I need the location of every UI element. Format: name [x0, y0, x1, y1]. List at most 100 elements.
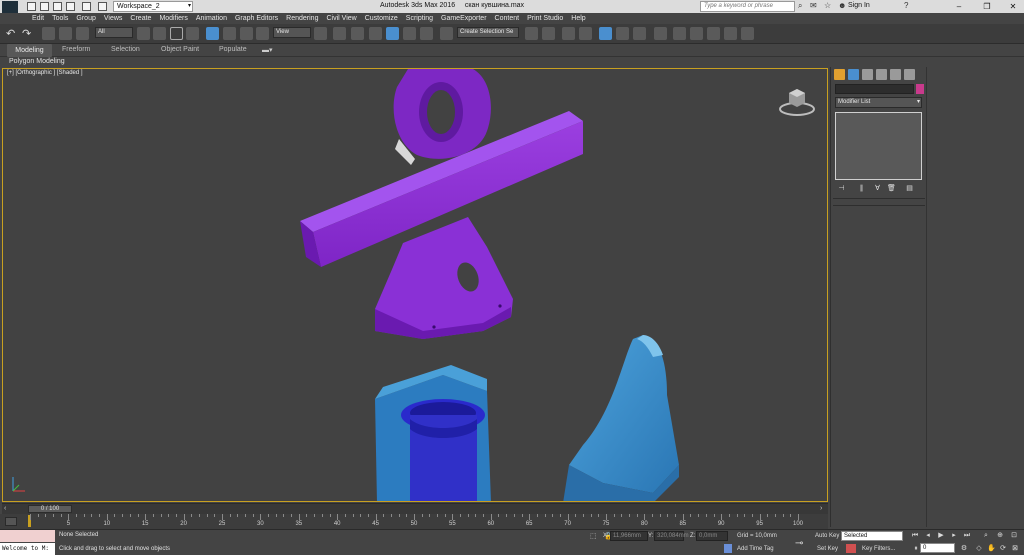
object-name-field[interactable]: [835, 84, 914, 94]
material-editor-icon[interactable]: [654, 27, 667, 40]
remove-modifier-icon[interactable]: 🗑: [887, 184, 896, 193]
scale-icon[interactable]: [240, 27, 253, 40]
auto-key-button[interactable]: Auto Key: [815, 533, 839, 539]
track-bar[interactable]: 5 10 15 20 25 30 35 40 45 50 55 60 65 70 75 80 85 90 95 100: [0, 514, 828, 529]
favorites-icon[interactable]: ☆: [824, 1, 831, 10]
polygon-modeling-panel[interactable]: Polygon Modeling: [9, 57, 65, 66]
restore-button[interactable]: ❐: [978, 0, 996, 13]
pin-stack-icon[interactable]: ⊣: [837, 184, 846, 193]
layer-explorer-icon[interactable]: [562, 27, 575, 40]
menu-modifiers[interactable]: Modifiers: [157, 13, 193, 24]
menu-content[interactable]: Content: [493, 13, 526, 24]
menu-gameexporter[interactable]: GameExporter: [439, 13, 493, 24]
minimize-button[interactable]: –: [950, 0, 968, 13]
sign-in-link[interactable]: Sign In: [848, 2, 870, 9]
key-filters-button[interactable]: Key Filters...: [862, 546, 895, 552]
menu-animation[interactable]: Animation: [194, 13, 233, 24]
save-file-icon[interactable]: [53, 2, 62, 11]
percent-snap-icon[interactable]: [403, 27, 416, 40]
viewport-orthographic[interactable]: [+] [Orthographic ] [Shaded ]: [2, 68, 828, 502]
graphite-toggle-icon[interactable]: [599, 27, 612, 40]
add-time-tag-button[interactable]: Add Time Tag: [737, 546, 774, 552]
undo-icon[interactable]: [66, 2, 75, 11]
tab-populate[interactable]: Populate: [219, 46, 247, 53]
project-folder-icon[interactable]: [98, 2, 107, 11]
modify-tab-icon[interactable]: [848, 69, 859, 80]
rotate-icon[interactable]: [223, 27, 236, 40]
tab-freeform[interactable]: Freeform: [62, 46, 90, 53]
menu-help[interactable]: Help: [569, 13, 591, 24]
ribbon-options-icon[interactable]: ▬▾: [262, 46, 273, 54]
mirror-icon[interactable]: [525, 27, 538, 40]
menu-group[interactable]: Group: [74, 13, 101, 24]
angle-snap-icon[interactable]: [386, 27, 399, 40]
undo-icon[interactable]: ↶: [6, 27, 19, 40]
key-icon[interactable]: ⊸: [795, 538, 803, 549]
menu-customize[interactable]: Customize: [363, 13, 404, 24]
create-tab-icon[interactable]: [834, 69, 845, 80]
spinner-snap-icon[interactable]: [420, 27, 433, 40]
menu-scripting[interactable]: Scripting: [404, 13, 439, 24]
render-iterative-icon[interactable]: [741, 27, 754, 40]
field-of-view-icon[interactable]: ◇: [975, 545, 983, 553]
tab-object-paint[interactable]: Object Paint: [161, 46, 199, 53]
motion-tab-icon[interactable]: [876, 69, 887, 80]
time-slider-knob[interactable]: 0 / 100: [28, 505, 72, 513]
render-cloud-icon[interactable]: [724, 27, 737, 40]
placement-icon[interactable]: [256, 27, 269, 40]
blue-jug-part[interactable]: [375, 365, 491, 502]
menu-views[interactable]: Views: [102, 13, 129, 24]
rendered-frame-icon[interactable]: [690, 27, 703, 40]
current-frame-field[interactable]: 0: [920, 543, 955, 553]
snaps-toggle-icon[interactable]: [369, 27, 382, 40]
selection-filter-dropdown[interactable]: All: [95, 27, 133, 38]
help-icon[interactable]: ?: [904, 1, 908, 10]
pivot-center-icon[interactable]: [314, 27, 327, 40]
previous-key-icon[interactable]: ◂: [924, 532, 932, 540]
x-coordinate-field[interactable]: 11,966mm: [610, 531, 648, 541]
named-selection-dropdown[interactable]: Create Selection Se: [457, 27, 519, 38]
move-icon[interactable]: [206, 27, 219, 40]
blue-spout-part[interactable]: [563, 335, 679, 502]
prev-frame-icon[interactable]: ‹: [4, 505, 6, 512]
set-keys-icon[interactable]: [846, 544, 856, 553]
tab-modeling[interactable]: Modeling: [7, 44, 52, 57]
menu-graph-editors[interactable]: Graph Editors: [233, 13, 284, 24]
hierarchy-tab-icon[interactable]: [862, 69, 873, 80]
window-crossing-icon[interactable]: [186, 27, 199, 40]
go-to-start-icon[interactable]: ⏮: [911, 532, 919, 540]
show-end-result-icon[interactable]: ∥: [857, 184, 866, 193]
menu-edit[interactable]: Edit: [30, 13, 50, 24]
time-slider[interactable]: 0 / 100 ‹ ›: [2, 503, 828, 514]
edit-named-selection-icon[interactable]: [440, 27, 453, 40]
render-production-icon[interactable]: [707, 27, 720, 40]
rectangular-selection-icon[interactable]: [170, 27, 183, 40]
bind-space-warp-icon[interactable]: [76, 27, 89, 40]
set-key-button[interactable]: Set Key: [817, 546, 838, 552]
mini-curve-editor-icon[interactable]: [5, 517, 17, 526]
time-tag-icon[interactable]: [724, 544, 732, 553]
redo-icon[interactable]: [82, 2, 91, 11]
viewcube-icon[interactable]: [777, 85, 817, 119]
select-manipulate-icon[interactable]: [333, 27, 346, 40]
unlink-icon[interactable]: [59, 27, 72, 40]
next-key-icon[interactable]: ▸: [950, 532, 958, 540]
utilities-tab-icon[interactable]: [904, 69, 915, 80]
select-by-name-icon[interactable]: [153, 27, 166, 40]
configure-sets-icon[interactable]: ▤: [905, 184, 914, 193]
reference-coordinate-dropdown[interactable]: View: [273, 27, 311, 38]
isolate-icon[interactable]: ⬚: [590, 532, 597, 540]
open-file-icon[interactable]: [40, 2, 49, 11]
maximize-viewport-icon[interactable]: ⊠: [1011, 545, 1019, 553]
zoom-extents-icon[interactable]: ⊡: [1010, 532, 1018, 540]
search-icon[interactable]: ⌕: [798, 1, 802, 11]
maxscript-output[interactable]: Welcome to M:: [0, 543, 55, 555]
redo-icon[interactable]: ↷: [22, 27, 35, 40]
menu-print-studio[interactable]: Print Studio: [525, 13, 569, 24]
pan-icon[interactable]: ✋: [987, 545, 996, 553]
menu-create[interactable]: Create: [128, 13, 157, 24]
menu-tools[interactable]: Tools: [50, 13, 74, 24]
orbit-icon[interactable]: ⟳: [999, 545, 1007, 553]
link-icon[interactable]: [42, 27, 55, 40]
y-coordinate-field[interactable]: 320,084mm: [654, 531, 689, 541]
